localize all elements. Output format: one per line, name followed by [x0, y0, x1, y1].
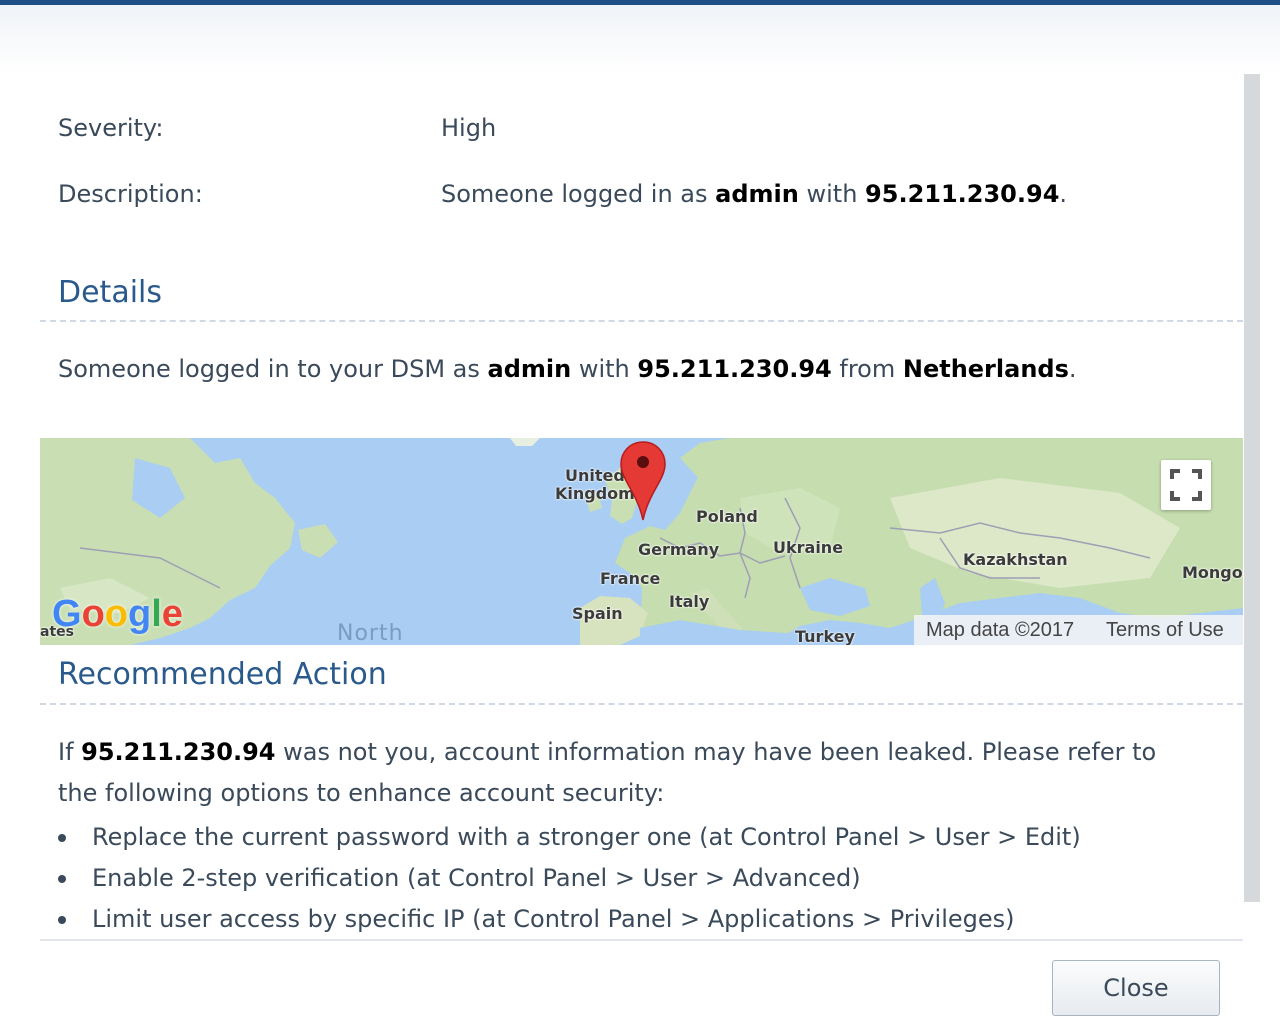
map-data-text: Map data ©2017 [926, 619, 1075, 641]
description-middle: with [798, 180, 866, 208]
severity-value: High [441, 114, 497, 142]
description-value: Someone logged in as admin with 95.211.2… [441, 179, 1067, 209]
list-item: Enable 2-step verification (at Control P… [58, 858, 1081, 899]
location-marker-icon[interactable] [619, 440, 667, 522]
logo-letter-e: e [161, 593, 183, 635]
recommended-intro-line-1: If 95.211.230.94 was not you, account in… [58, 737, 1156, 767]
details-heading: Details [58, 275, 163, 310]
description-suffix: . [1059, 180, 1068, 208]
terms-of-use-link[interactable]: Terms of Use [1106, 615, 1224, 645]
dialog-titlebar[interactable] [0, 0, 1280, 74]
list-item: Replace the current password with a stro… [58, 817, 1081, 858]
details-ip: 95.211.230.94 [637, 355, 832, 383]
description-prefix: Someone logged in as [441, 180, 716, 208]
map-label-ukraine: Ukraine [773, 538, 844, 557]
logo-letter-g2: g [128, 593, 152, 635]
description-ip: 95.211.230.94 [865, 180, 1060, 208]
map-label-italy: Italy [669, 592, 710, 611]
severity-label: Severity: [58, 114, 164, 142]
list-item: Limit user access by specific IP (at Con… [58, 899, 1081, 940]
fullscreen-icon [1170, 469, 1202, 501]
security-advisory-dialog: Severity: High Description: Someone logg… [0, 0, 1280, 1032]
details-with: with [571, 355, 638, 383]
logo-letter-o2: o [104, 593, 128, 635]
fullscreen-button[interactable] [1161, 460, 1211, 510]
map-label-germany: Germany [638, 540, 720, 559]
map-label-mongolia: Mongo [1182, 563, 1243, 582]
map-label-uk-1: United [565, 466, 625, 485]
details-sentence: Someone logged in to your DSM as admin w… [58, 354, 1077, 384]
details-user: admin [487, 355, 572, 383]
recommended-action-heading: Recommended Action [58, 657, 387, 692]
logo-letter-g: G [52, 593, 82, 635]
map-label-poland: Poland [696, 507, 758, 526]
details-suffix: . [1068, 355, 1077, 383]
description-label: Description: [58, 180, 203, 208]
map-label-kazakhstan: Kazakhstan [963, 550, 1068, 569]
details-country: Netherlands [902, 355, 1069, 383]
map-attribution: Map data ©2017 Terms of Use [914, 615, 1243, 645]
google-logo: Google [52, 592, 183, 636]
details-prefix: Someone logged in to your DSM as [58, 355, 488, 383]
content-bottom-divider [40, 939, 1243, 941]
map-label-spain: Spain [572, 604, 623, 623]
recommended-intro-prefix: If [58, 738, 82, 766]
details-from: from [831, 355, 903, 383]
details-divider [40, 320, 1243, 322]
location-map[interactable]: United Kingdom Poland Germany Ukraine Fr… [40, 438, 1243, 645]
recommended-action-list: Replace the current password with a stro… [58, 817, 1081, 940]
recommended-intro-suffix: was not you, account information may hav… [275, 738, 1157, 766]
description-user: admin [715, 180, 799, 208]
scrollbar[interactable] [1244, 74, 1260, 902]
map-label-france: France [600, 569, 661, 588]
recommended-divider [40, 703, 1243, 705]
logo-letter-l: l [151, 593, 162, 635]
map-label-north: North [337, 621, 404, 645]
map-label-turkey: Turkey [795, 627, 855, 646]
logo-letter-o1: o [81, 593, 105, 635]
recommended-intro-line-2: the following options to enhance account… [58, 779, 665, 807]
close-button[interactable]: Close [1052, 960, 1220, 1016]
recommended-intro-ip: 95.211.230.94 [81, 738, 276, 766]
